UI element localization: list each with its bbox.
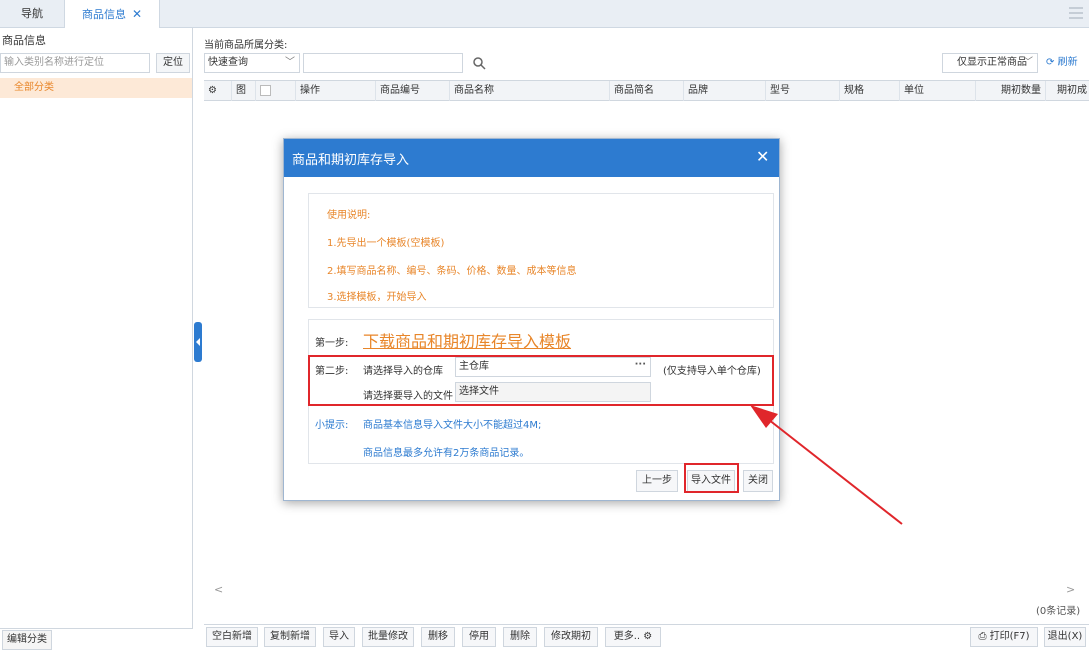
annotation-highlight-step2 — [308, 355, 774, 406]
annotation-highlight-import — [684, 463, 739, 493]
top-tab-bar — [0, 0, 1089, 28]
chevron-left-icon — [196, 338, 200, 346]
column-header-opening-cost: 期初成 — [1057, 85, 1087, 96]
record-count: (0条记录) — [1036, 606, 1081, 617]
disable-button[interactable]: 停用 — [462, 627, 496, 647]
grid-header: ⚙ 图 操作 商品编号 商品名称 商品简名 品牌 型号 规格 单位 期初数量 期… — [204, 80, 1089, 101]
blank-add-button[interactable]: 空白新增 — [206, 627, 258, 647]
instructions-heading: 使用说明: — [327, 210, 371, 221]
import-button[interactable]: 导入 — [323, 627, 355, 647]
filter-value: 仅显示正常商品 — [957, 57, 1027, 68]
more-button[interactable]: 更多.. ⚙ — [605, 627, 661, 647]
copy-add-button[interactable]: 复制新增 — [264, 627, 316, 647]
print-button[interactable]: ⎙ 打印(F7) — [970, 627, 1038, 647]
menu-icon[interactable] — [1069, 7, 1083, 19]
gear-icon: ⚙ — [643, 631, 653, 642]
column-header-short-name: 商品简名 — [610, 81, 684, 101]
instruction-line: 2.填写商品名称、编号、条码、价格、数量、成本等信息 — [327, 266, 577, 277]
tab-goods-info[interactable]: 商品信息 ✕ — [64, 0, 160, 28]
chevron-down-icon: ﹀ — [285, 57, 295, 68]
dialog-header: 商品和期初库存导入 ✕ — [284, 139, 779, 177]
quick-query-select[interactable]: 快速查询 ﹀ — [204, 53, 300, 73]
column-header-opening-qty: 期初数量 — [976, 81, 1046, 101]
column-header-name: 商品名称 — [450, 81, 610, 101]
tab-navigation[interactable]: 导航 — [0, 0, 64, 28]
batch-edit-button[interactable]: 批量修改 — [362, 627, 414, 647]
close-icon[interactable]: ✕ — [756, 147, 769, 166]
column-header-spec: 规格 — [840, 81, 900, 101]
collapse-panel-handle[interactable] — [194, 322, 202, 362]
move-button[interactable]: 删移 — [421, 627, 455, 647]
panel-title: 商品信息 — [2, 34, 46, 47]
product-status-filter[interactable]: 仅显示正常商品 ﹀ — [942, 53, 1038, 73]
printer-icon: ⎙ — [978, 631, 987, 642]
step1-label: 第一步: — [315, 338, 349, 349]
scroll-right-arrow[interactable]: > — [1066, 583, 1075, 596]
tip-label: 小提示: — [315, 420, 349, 431]
category-panel: 商品信息 输入类别名称进行定位 定位 全部分类 — [0, 28, 193, 628]
column-header-code: 商品编号 — [376, 81, 450, 101]
scroll-left-arrow[interactable]: < — [214, 583, 223, 596]
chevron-down-icon: ﹀ — [1023, 57, 1033, 68]
refresh-icon: ⟳ — [1046, 57, 1055, 68]
column-header-operation: 操作 — [296, 81, 376, 101]
current-category-label: 当前商品所属分类: — [204, 40, 288, 51]
previous-step-button[interactable]: 上一步 — [636, 470, 678, 492]
instructions-box: 使用说明: 1.先导出一个模板(空模板) 2.填写商品名称、编号、条码、价格、数… — [308, 193, 774, 308]
quick-query-value: 快速查询 — [208, 57, 248, 68]
instruction-line: 1.先导出一个模板(空模板) — [327, 238, 445, 249]
search-icon[interactable] — [472, 56, 486, 70]
tip-line: 商品信息最多允许有2万条商品记录。 — [363, 448, 530, 459]
more-label: 更多.. — [613, 631, 641, 642]
quick-query-input[interactable] — [303, 53, 463, 73]
exit-button[interactable]: 退出(X) — [1044, 627, 1086, 647]
category-search-input[interactable]: 输入类别名称进行定位 — [0, 53, 150, 73]
dialog-title: 商品和期初库存导入 — [292, 153, 410, 168]
tip-line: 商品基本信息导入文件大小不能超过4M; — [363, 420, 542, 431]
grid-settings-icon[interactable]: ⚙ — [204, 81, 232, 101]
import-dialog: 商品和期初库存导入 ✕ 使用说明: 1.先导出一个模板(空模板) 2.填写商品名… — [283, 138, 780, 501]
annotation-arrow — [750, 405, 903, 525]
refresh-button[interactable]: ⟳ 刷新 — [1046, 53, 1088, 73]
select-all-checkbox[interactable] — [256, 81, 296, 101]
print-label: 打印(F7) — [989, 631, 1030, 642]
edit-opening-button[interactable]: 修改期初 — [544, 627, 598, 647]
refresh-label: 刷新 — [1057, 57, 1078, 68]
delete-button[interactable]: 删除 — [503, 627, 537, 647]
instruction-line: 3.选择模板，开始导入 — [327, 292, 427, 303]
tab-close-icon[interactable]: ✕ — [132, 7, 142, 21]
edit-category-button[interactable]: 编辑分类 — [2, 630, 52, 650]
tab-goods-label: 商品信息 — [81, 8, 126, 21]
category-item-all[interactable]: 全部分类 — [0, 78, 192, 98]
column-header-unit: 单位 — [900, 81, 976, 101]
locate-button[interactable]: 定位 — [156, 53, 190, 73]
column-header-model: 型号 — [766, 81, 840, 101]
column-header-image: 图 — [232, 81, 256, 101]
download-template-link[interactable]: 下载商品和期初库存导入模板 — [363, 328, 571, 352]
column-header-brand: 品牌 — [684, 81, 766, 101]
